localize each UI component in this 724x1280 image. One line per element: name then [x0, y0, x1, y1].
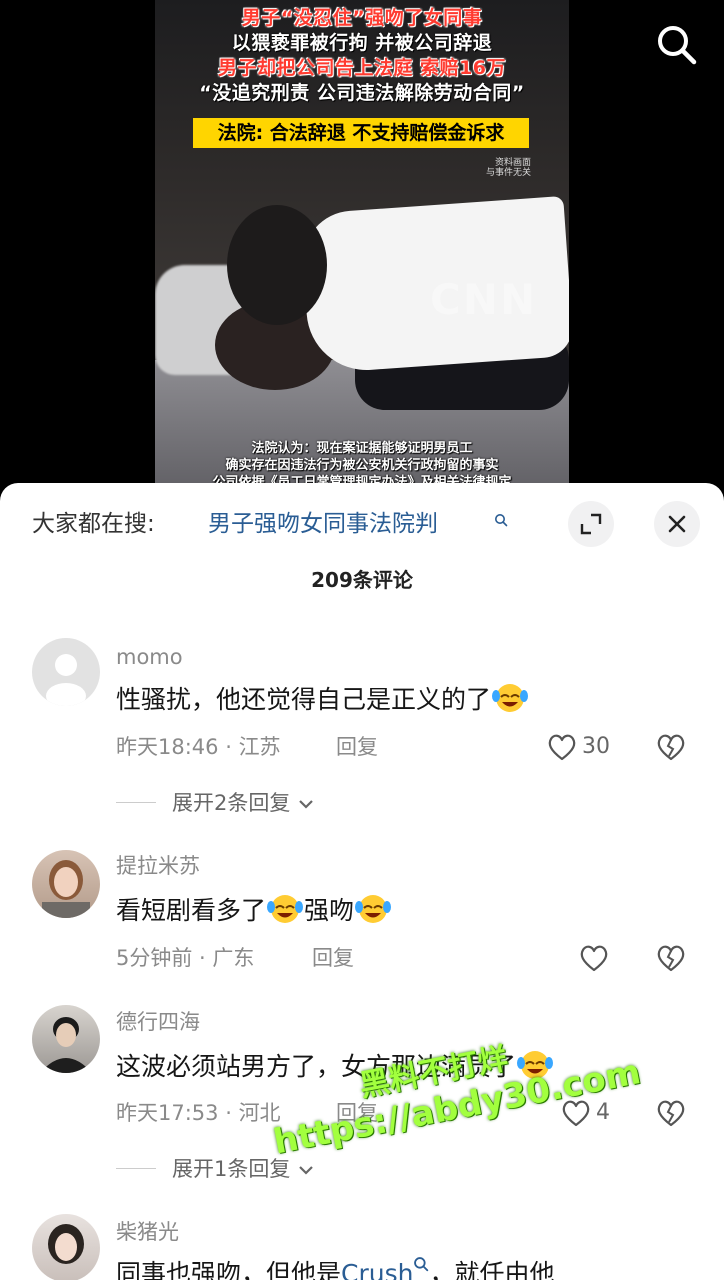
- comment-time: 5分钟前: [116, 946, 193, 970]
- user-photo-icon: [40, 1017, 92, 1073]
- comment-meta: 昨天17:53 · 河北: [116, 1101, 281, 1125]
- reply-button[interactable]: 回复: [312, 943, 354, 973]
- comment-text-part-a: 看短剧看多了: [116, 896, 267, 925]
- avatar[interactable]: [32, 638, 100, 706]
- comment-username[interactable]: 柴猪光: [116, 1218, 179, 1246]
- comment-text-part-a: 同事也强吻，但他是: [116, 1259, 342, 1280]
- scene-figure-head: [227, 205, 327, 325]
- chevron-down-icon: [299, 1166, 313, 1175]
- collapse-button[interactable]: [568, 501, 614, 547]
- source-note: 资料画面 与事件无关: [486, 158, 531, 178]
- collapse-expand-icon: [580, 513, 602, 535]
- comment-count: 209条评论: [311, 568, 413, 592]
- caption-line-1: 法院认为：现在案证据能够证明男员工: [251, 441, 473, 456]
- comment-text-part-b: 强吻: [304, 896, 355, 925]
- headline-line-1: 男子“没忍住”强吻了女同事: [241, 7, 483, 29]
- search-button[interactable]: [654, 22, 700, 68]
- headline-line-4: “没追究刑责 公司违法解除劳动合同”: [199, 82, 525, 104]
- sheet-header: 大家都在搜: 男子强吻女同事法院判: [0, 483, 724, 565]
- broken-heart-icon[interactable]: [655, 943, 687, 973]
- chevron-down-icon: [299, 800, 313, 809]
- user-photo-icon: [42, 860, 90, 918]
- comment-username[interactable]: momo: [116, 643, 183, 671]
- comment-search-link[interactable]: Crush: [341, 1259, 413, 1280]
- search-icon: [658, 26, 697, 65]
- comments-sheet: 大家都在搜: 男子强吻女同事法院判 209条评论: [0, 483, 724, 1280]
- trending-search-label: 大家都在搜:: [32, 511, 155, 537]
- close-button[interactable]: [654, 501, 700, 547]
- expand-replies-label: 展开2条回复: [172, 791, 291, 815]
- expand-divider: [116, 1168, 156, 1169]
- caption-line-2: 确实存在因违法行为被公安机关行政拘留的事实: [225, 458, 499, 473]
- heart-icon[interactable]: [578, 943, 610, 973]
- comment-username[interactable]: 提拉米苏: [116, 852, 200, 880]
- app-screen: CNN 男子“没忍住”强吻了女同事 以猥亵罪被行拘 并被公司辞退 男子却把公司告…: [0, 0, 724, 1280]
- avatar[interactable]: [32, 1214, 100, 1280]
- comment-meta: 昨天18:46 · 江苏: [116, 735, 281, 759]
- comment-time: 昨天17:53: [116, 1101, 219, 1125]
- avatar[interactable]: [32, 850, 100, 918]
- comment-text: 同事也强吻，但他是Crush ，就任由他: [116, 1256, 554, 1280]
- comment-meta: 5分钟前 · 广东: [116, 946, 255, 970]
- search-term-icon: [495, 514, 508, 527]
- heart-icon[interactable]: [546, 732, 578, 762]
- comment-time: 昨天18:46: [116, 735, 219, 759]
- comment-text-body: 性骚扰，他还觉得自己是正义的了: [116, 685, 492, 714]
- crying-laughing-emoji-icon: [267, 895, 304, 923]
- video-headline: 男子“没忍住”强吻了女同事 以猥亵罪被行拘 并被公司辞退 男子却把公司告上法庭 …: [155, 6, 569, 106]
- comment-text-part-b: ，就任由他: [429, 1259, 555, 1280]
- crying-laughing-emoji-icon: [492, 684, 529, 712]
- video-player[interactable]: CNN 男子“没忍住”强吻了女同事 以猥亵罪被行拘 并被公司辞退 男子却把公司告…: [155, 0, 569, 500]
- like-count: 30: [582, 734, 610, 759]
- close-icon: [668, 515, 686, 533]
- comment-text: 性骚扰，他还觉得自己是正义的了: [116, 680, 529, 718]
- court-ruling-banner: 法院: 合法辞退 不支持赔偿金诉求: [193, 118, 529, 148]
- source-note-line-2: 与事件无关: [485, 168, 531, 178]
- expand-replies-label: 展开1条回复: [172, 1157, 291, 1181]
- default-avatar-icon: [46, 654, 86, 706]
- search-link-icon: [414, 1257, 429, 1272]
- expand-replies-button[interactable]: 展开2条回复: [172, 788, 315, 818]
- reply-button[interactable]: 回复: [336, 732, 378, 762]
- broken-heart-icon[interactable]: [655, 1098, 687, 1128]
- crying-laughing-emoji-icon: [355, 895, 392, 923]
- like-count: 4: [596, 1100, 610, 1125]
- headline-line-2: 以猥亵罪被行拘 并被公司辞退: [231, 32, 493, 54]
- broken-heart-icon[interactable]: [655, 732, 687, 762]
- avatar[interactable]: [32, 1005, 100, 1073]
- expand-divider: [116, 802, 156, 803]
- video-watermark: CNN: [430, 275, 538, 324]
- comment-username[interactable]: 德行四海: [116, 1008, 200, 1036]
- trending-search-link[interactable]: 男子强吻女同事法院判: [208, 507, 438, 541]
- comment-text: 看短剧看多了 强吻: [116, 891, 392, 929]
- source-note-line-1: 资料画面: [494, 158, 531, 168]
- comment-location: 广东: [212, 946, 255, 970]
- headline-line-3: 男子却把公司告上法庭 索赔16万: [217, 57, 507, 79]
- user-photo-icon: [48, 1224, 84, 1264]
- comment-location: 江苏: [238, 735, 281, 759]
